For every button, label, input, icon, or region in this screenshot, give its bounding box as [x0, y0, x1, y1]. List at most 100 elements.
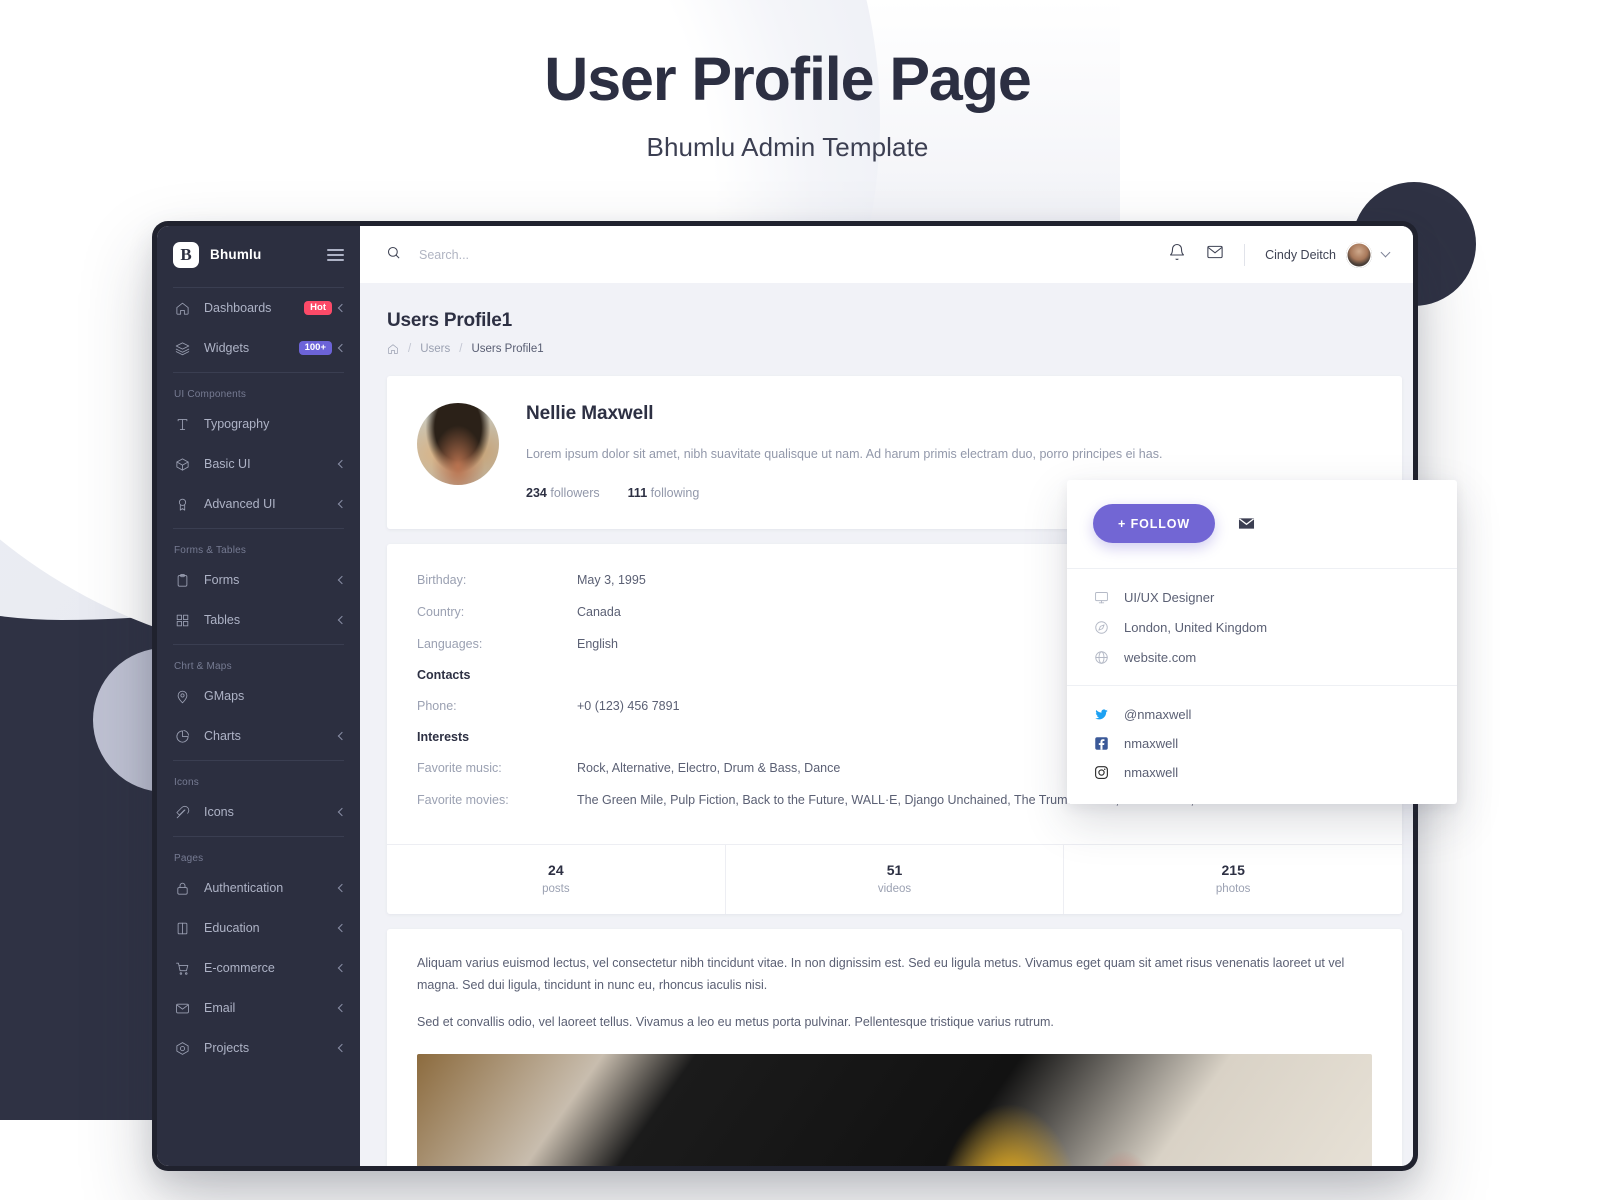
chevron-left-icon — [337, 731, 347, 741]
sidebar-item-label: Education — [204, 921, 260, 935]
follow-meta-row: London, United Kingdom — [1093, 619, 1431, 636]
follow-social-row[interactable]: nmaxwell — [1093, 764, 1431, 780]
follow-card: + FOLLOW UI/UX Designer London, United Ki… — [1067, 480, 1457, 804]
chevron-left-icon — [337, 807, 347, 817]
sidebar-item-e-commerce[interactable]: E-commerce — [157, 948, 360, 988]
sidebar-item-gmaps[interactable]: GMaps — [157, 676, 360, 716]
hero-subtitle: Bhumlu Admin Template — [646, 132, 929, 163]
notification-bell-icon[interactable] — [1168, 243, 1186, 266]
home-icon — [174, 300, 191, 317]
sidebar-item-label: Advanced UI — [204, 497, 276, 511]
detail-key: Favorite movies: — [417, 793, 509, 807]
profile-stat-cell[interactable]: 215 photos — [1064, 845, 1402, 914]
sidebar-item-basic-ui[interactable]: Basic UI — [157, 444, 360, 484]
chevron-left-icon — [337, 963, 347, 973]
projects-icon — [174, 1040, 191, 1057]
sidebar-item-label: Icons — [204, 805, 234, 819]
sidebar-item-forms[interactable]: Forms — [157, 560, 360, 600]
chevron-left-icon — [337, 1003, 347, 1013]
page-root: User Profile Page Bhumlu Admin Template … — [0, 0, 1600, 1200]
breadcrumb-item-current: Users Profile1 — [471, 343, 544, 355]
sidebar-item-label: Email — [204, 1001, 236, 1015]
monitor-icon — [1093, 589, 1110, 606]
profile-stat-cell[interactable]: 24 posts — [387, 845, 726, 914]
post-card: Aliquam varius euismod lectus, vel conse… — [387, 929, 1402, 1166]
chevron-left-icon — [337, 499, 347, 509]
sidebar-item-label: GMaps — [204, 689, 245, 703]
profile-stat-cell[interactable]: 51 videos — [726, 845, 1065, 914]
sidebar-item-email[interactable]: Email — [157, 988, 360, 1028]
followers-label: followers — [550, 486, 600, 500]
stat-label: posts — [542, 883, 570, 895]
grid-icon — [174, 612, 191, 629]
sidebar-section-label: Forms & Tables — [174, 545, 247, 556]
search-icon — [386, 245, 401, 265]
detail-key: Country: — [417, 605, 465, 619]
post-paragraph-1: Aliquam varius euismod lectus, vel conse… — [417, 956, 1345, 992]
sidebar-item-label: Charts — [204, 729, 241, 743]
detail-key: Birthday: — [417, 573, 467, 587]
sidebar-item-charts[interactable]: Charts — [157, 716, 360, 756]
globe-icon — [1093, 649, 1110, 666]
instagram-icon — [1093, 764, 1109, 780]
divider — [1244, 243, 1246, 266]
sidebar-item-tables[interactable]: Tables — [157, 600, 360, 640]
chevron-left-icon — [337, 303, 347, 313]
sidebar-item-projects[interactable]: Projects — [157, 1028, 360, 1068]
pie-chart-icon — [174, 728, 191, 745]
profile-name: Nellie Maxwell — [526, 403, 654, 424]
sidebar-item-advanced-ui[interactable]: Advanced UI — [157, 484, 360, 524]
lock-icon — [174, 880, 191, 897]
sidebar-item-dashboards[interactable]: Dashboards Hot — [157, 288, 360, 328]
brand-logo-icon: B — [173, 241, 199, 268]
follow-social-handle: nmaxwell — [1124, 735, 1179, 751]
sidebar-item-label: Authentication — [204, 881, 284, 895]
sidebar: B Bhumlu Dashboards Hot Widgets 100+ UI Comp… — [157, 226, 360, 1166]
post-paragraph-2: Sed et convallis odio, vel laoreet tellu… — [417, 1015, 1054, 1029]
search-input[interactable] — [419, 247, 659, 262]
sidebar-item-label: Projects — [204, 1041, 250, 1055]
follow-meta-text: UI/UX Designer — [1124, 590, 1215, 605]
sidebar-nav: Dashboards Hot Widgets 100+ UI Components Typ… — [157, 288, 360, 1068]
follow-meta-text: website.com — [1124, 650, 1197, 665]
mail-icon — [174, 1000, 191, 1017]
sidebar-item-icons[interactable]: Icons — [157, 792, 360, 832]
sidebar-item-education[interactable]: Education — [157, 908, 360, 948]
follow-social-handle: nmaxwell — [1124, 764, 1179, 780]
user-menu[interactable]: Cindy Deitch — [1265, 241, 1391, 268]
sidebar-item-typography[interactable]: Typography — [157, 404, 360, 444]
envelope-icon[interactable] — [1237, 514, 1256, 533]
follow-social-row[interactable]: nmaxwell — [1093, 735, 1431, 751]
following-count: 111 — [627, 486, 648, 500]
follow-button[interactable]: + FOLLOW — [1093, 504, 1216, 543]
follow-meta-row: website.com — [1093, 649, 1431, 666]
following-stat[interactable]: 111 following — [628, 486, 700, 500]
award-icon — [174, 496, 191, 513]
sidebar-brand[interactable]: B Bhumlu — [157, 226, 360, 283]
follow-social-row[interactable]: @nmaxwell — [1093, 706, 1431, 722]
book-icon — [174, 920, 191, 937]
hamburger-icon[interactable] — [327, 248, 344, 261]
follow-social-list: @nmaxwell nmaxwell nmaxwell — [1067, 686, 1457, 804]
avatar — [1346, 241, 1372, 268]
hero-title: User Profile Page — [544, 45, 1032, 113]
profile-avatar — [417, 403, 499, 485]
chevron-left-icon — [337, 883, 347, 893]
sidebar-item-label: Dashboards — [204, 301, 272, 315]
facebook-icon — [1093, 735, 1109, 751]
sidebar-item-authentication[interactable]: Authentication — [157, 868, 360, 908]
sidebar-item-badge: Hot — [304, 300, 332, 316]
breadcrumb-item-users[interactable]: Users — [420, 343, 450, 355]
stat-label: videos — [877, 883, 912, 895]
chevron-left-icon — [337, 343, 347, 353]
mail-icon[interactable] — [1206, 243, 1224, 266]
chevron-down-icon — [1380, 247, 1391, 258]
twitter-icon — [1093, 706, 1109, 722]
sidebar-item-widgets[interactable]: Widgets 100+ — [157, 328, 360, 368]
sidebar-section-label: Icons — [174, 777, 199, 788]
profile-stats: 24 posts 51 videos 215 photos — [387, 844, 1402, 914]
followers-stat[interactable]: 234 followers — [526, 486, 600, 500]
follow-meta-row: UI/UX Designer — [1093, 589, 1431, 606]
breadcrumb-home-icon[interactable] — [387, 343, 399, 355]
feather-icon — [174, 804, 191, 821]
